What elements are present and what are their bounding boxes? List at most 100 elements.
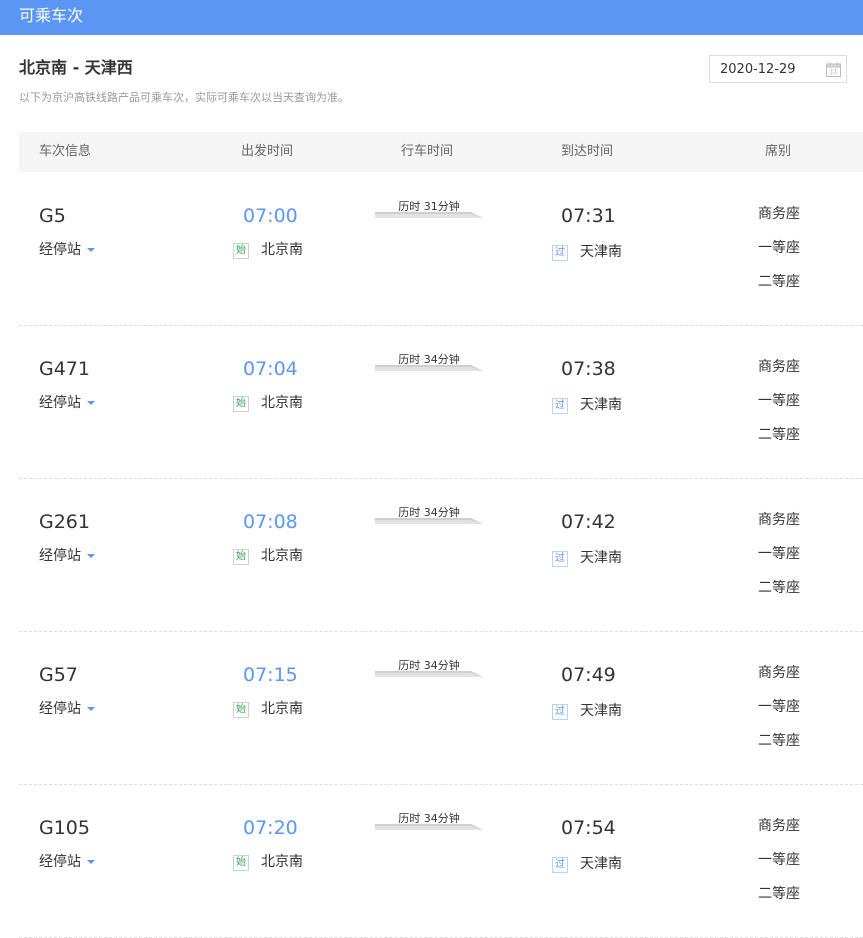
stops-label: 经停站 — [39, 548, 81, 564]
arrival-station: 过天津南 — [552, 396, 622, 414]
stops-label: 经停站 — [39, 701, 81, 717]
start-tag: 始 — [233, 396, 249, 412]
seat-list: 商务座 一等座 二等座 — [758, 358, 800, 460]
seat-class: 一等座 — [758, 546, 800, 562]
stops-label: 经停站 — [39, 854, 81, 870]
train-number: G261 — [39, 511, 90, 533]
departure-station-name: 北京南 — [261, 395, 303, 411]
seat-class: 一等座 — [758, 393, 800, 409]
stops-dropdown[interactable]: 经停站 — [39, 700, 95, 718]
stops-label: 经停站 — [39, 242, 81, 258]
section-title: 可乘车次 — [19, 6, 84, 25]
top-bar: 可乘车次 — [0, 0, 863, 35]
caret-down-icon[interactable] — [87, 707, 95, 711]
duration-text: 历时 31分钟 — [398, 200, 460, 213]
duration: 历时 31分钟 — [375, 193, 483, 233]
arrival-station: 过天津南 — [552, 549, 622, 567]
duration-text: 历时 34分钟 — [398, 659, 460, 672]
seat-class: 商务座 — [758, 512, 800, 528]
departure-station: 始北京南 — [233, 547, 303, 565]
arrival-station: 过天津南 — [552, 702, 622, 720]
stops-dropdown[interactable]: 经停站 — [39, 853, 95, 871]
departure-time: 07:04 — [243, 358, 298, 380]
table-row: G5 经停站 07:00 始北京南 历时 31分钟 07:31 过天津南 商务座 一等座 二等座 — [19, 173, 863, 326]
arrival-station-name: 天津南 — [580, 244, 622, 260]
departure-station: 始北京南 — [233, 394, 303, 412]
duration-text: 历时 34分钟 — [398, 506, 460, 519]
duration: 历时 34分钟 — [375, 499, 483, 539]
train-number: G5 — [39, 205, 66, 227]
seat-class: 一等座 — [758, 240, 800, 256]
duration: 历时 34分钟 — [375, 805, 483, 845]
caret-down-icon[interactable] — [87, 248, 95, 252]
stops-label: 经停站 — [39, 395, 81, 411]
departure-station-name: 北京南 — [261, 854, 303, 870]
column-header-depart: 出发时间 — [241, 144, 294, 159]
arrival-station-name: 天津南 — [580, 856, 622, 872]
arrival-station-name: 天津南 — [580, 550, 622, 566]
arrival-time: 07:42 — [561, 511, 616, 533]
departure-station-name: 北京南 — [261, 548, 303, 564]
arrival-station: 过天津南 — [552, 855, 622, 873]
stops-dropdown[interactable]: 经停站 — [39, 394, 95, 412]
start-tag: 始 — [233, 855, 249, 871]
arrival-time: 07:54 — [561, 817, 616, 839]
date-picker[interactable]: 2020-12-29 — [709, 55, 847, 83]
table-row: G471 经停站 07:04 始北京南 历时 34分钟 07:38 过天津南 商务座 一等座 二等… — [19, 326, 863, 479]
seat-list: 商务座 一等座 二等座 — [758, 817, 800, 919]
departure-time: 07:08 — [243, 511, 298, 533]
pass-tag: 过 — [552, 704, 568, 720]
departure-station-name: 北京南 — [261, 242, 303, 258]
column-header-arrive: 到达时间 — [561, 144, 614, 159]
duration-text: 历时 34分钟 — [398, 353, 460, 366]
seat-class: 商务座 — [758, 665, 800, 681]
date-value: 2020-12-29 — [720, 62, 796, 77]
seat-class: 一等座 — [758, 852, 800, 868]
seat-class: 商务座 — [758, 818, 800, 834]
arrival-station: 过天津南 — [552, 243, 622, 261]
pass-tag: 过 — [552, 551, 568, 567]
duration: 历时 34分钟 — [375, 346, 483, 386]
caret-down-icon[interactable] — [87, 554, 95, 558]
column-header-seat: 席别 — [765, 144, 792, 159]
seat-class: 一等座 — [758, 699, 800, 715]
stops-dropdown[interactable]: 经停站 — [39, 547, 95, 565]
pass-tag: 过 — [552, 245, 568, 261]
table-row: G261 经停站 07:08 始北京南 历时 34分钟 07:42 过天津南 商务座一等座二等… — [19, 479, 863, 632]
arrival-station-name: 天津南 — [580, 703, 622, 719]
calendar-icon[interactable] — [826, 62, 841, 77]
caret-down-icon[interactable] — [87, 860, 95, 864]
arrival-time: 07:49 — [561, 664, 616, 686]
seat-class: 二等座 — [758, 733, 800, 749]
pass-tag: 过 — [552, 398, 568, 414]
departure-time: 07:00 — [243, 205, 298, 227]
seat-class: 二等座 — [758, 886, 800, 902]
seat-class: 二等座 — [758, 274, 800, 290]
table-row: G57 经停站 07:15 始北京南 历时 34分钟 07:49 过天津南 商务座 一等座 二等座 — [19, 632, 863, 785]
start-tag: 始 — [233, 243, 249, 259]
train-number: G105 — [39, 817, 90, 839]
seat-list: 商务座 一等座 二等座 — [758, 664, 800, 766]
duration-text: 历时 34分钟 — [398, 812, 460, 825]
departure-station: 始北京南 — [233, 853, 303, 871]
departure-station: 始北京南 — [233, 241, 303, 259]
table-row: G105 经停站 07:20 始北京南 历时 34分钟 07:54 过天津南 商务座一等座二等… — [19, 785, 863, 938]
departure-time: 07:20 — [243, 817, 298, 839]
seat-class: 商务座 — [758, 206, 800, 222]
seat-class: 商务座 — [758, 359, 800, 375]
train-number: G57 — [39, 664, 78, 686]
start-tag: 始 — [233, 702, 249, 718]
column-header-train: 车次信息 — [39, 144, 92, 159]
departure-time: 07:15 — [243, 664, 298, 686]
route-note: 以下为京沪高铁线路产品可乘车次，实际可乘车次以当天查询为准。 — [19, 91, 349, 104]
seat-list: 商务座 一等座 二等座 — [758, 511, 800, 613]
caret-down-icon[interactable] — [87, 401, 95, 405]
pass-tag: 过 — [552, 857, 568, 873]
seat-list: 商务座 一等座 二等座 — [758, 205, 800, 307]
seat-class: 二等座 — [758, 580, 800, 596]
stops-dropdown[interactable]: 经停站 — [39, 241, 95, 259]
route-title: 北京南 - 天津西 — [19, 58, 133, 77]
start-tag: 始 — [233, 549, 249, 565]
duration: 历时 34分钟 — [375, 652, 483, 692]
table-header: 车次信息 出发时间 行车时间 到达时间 席别 — [19, 132, 863, 172]
